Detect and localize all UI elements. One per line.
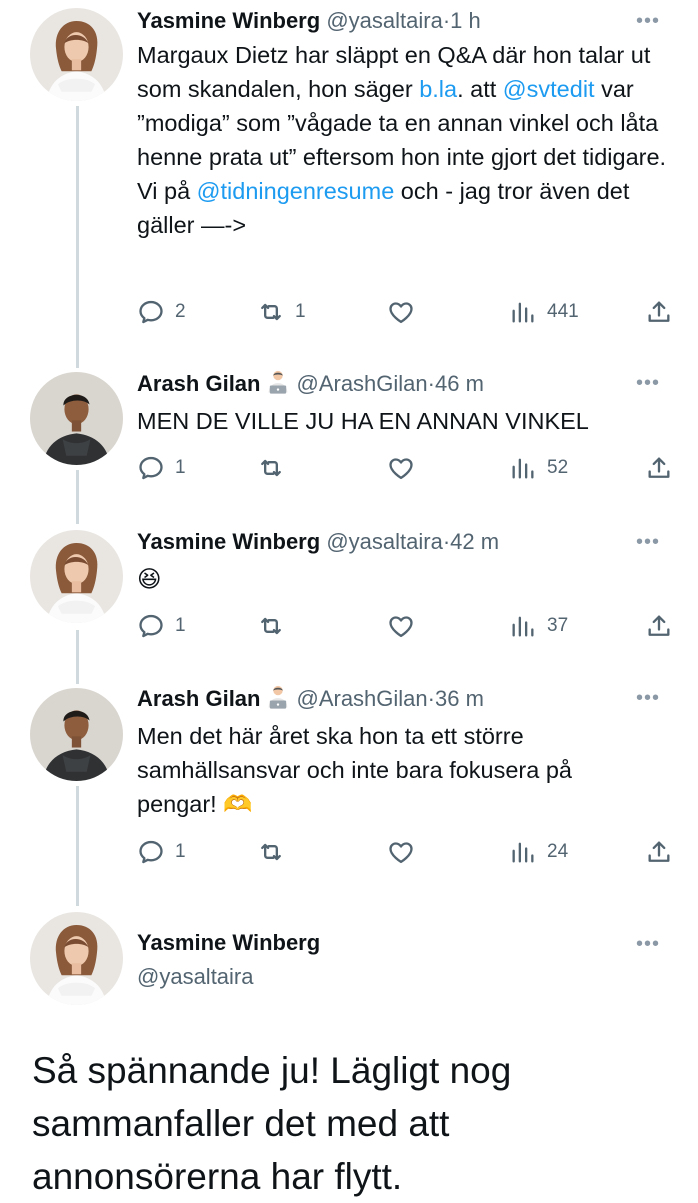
author-name[interactable]: Arash Gilan (137, 686, 260, 711)
views-count: 52 (547, 457, 569, 478)
views-button[interactable]: 37 (509, 610, 568, 642)
tweet-header: Arash Gilan @ArashGilan·46 m (137, 368, 484, 399)
avatar[interactable] (30, 530, 123, 623)
like-button[interactable] (387, 836, 415, 868)
like-button[interactable] (387, 610, 415, 642)
avatar[interactable] (30, 8, 123, 101)
more-icon[interactable]: ••• (636, 373, 660, 393)
author-handle[interactable]: @ArashGilan (296, 371, 427, 396)
author-handle[interactable]: @yasaltaira (326, 529, 443, 554)
retweet-button[interactable] (257, 836, 285, 868)
avatar[interactable] (30, 912, 123, 1005)
text-segment: . att (457, 76, 503, 102)
main-tweet-text: Så spännande ju! Lägligt nog sammanfalle… (32, 1050, 512, 1197)
retweet-button[interactable] (257, 610, 285, 642)
reply-icon (137, 298, 165, 326)
reply-count: 1 (175, 841, 186, 862)
share-icon (645, 298, 673, 326)
views-button[interactable]: 52 (509, 452, 568, 484)
separator: · (427, 686, 435, 711)
views-icon (509, 298, 537, 326)
tweet-actions: 2 1 441 (137, 296, 672, 328)
more-icon[interactable]: ••• (636, 934, 660, 954)
share-icon (645, 612, 673, 640)
tweet-header: Yasmine Winberg @yasaltaira·1 h (137, 6, 481, 36)
views-button[interactable]: 441 (509, 296, 579, 328)
retweet-button[interactable] (257, 452, 285, 484)
retweet-icon (257, 838, 285, 866)
tweet-actions: 1 24 (137, 836, 672, 868)
tweet-header: Yasmine Winberg @yasaltaira·42 m (137, 527, 499, 557)
more-icon[interactable]: ••• (636, 688, 660, 708)
like-icon (387, 612, 415, 640)
like-icon (387, 454, 415, 482)
retweet-button[interactable]: 1 (257, 296, 306, 328)
share-icon (645, 454, 673, 482)
author-name[interactable]: Yasmine Winberg (137, 928, 320, 958)
thread-line (76, 106, 79, 368)
thread-line (76, 630, 79, 684)
author-name[interactable]: Yasmine Winberg (137, 8, 320, 33)
tweet-text: Men det här året ska hon ta ett större s… (137, 723, 572, 817)
views-icon (509, 838, 537, 866)
views-count: 441 (547, 301, 579, 322)
reply-button[interactable]: 1 (137, 610, 186, 642)
thread-line (76, 470, 79, 524)
mention-link[interactable]: @svtedit (503, 76, 595, 102)
separator: · (427, 371, 435, 396)
author-name[interactable]: Arash Gilan (137, 371, 260, 396)
views-icon (509, 612, 537, 640)
views-button[interactable]: 24 (509, 836, 568, 868)
retweet-icon (257, 612, 285, 640)
more-icon[interactable]: ••• (636, 532, 660, 552)
tweet-header: Arash Gilan @ArashGilan·36 m (137, 683, 484, 714)
like-button[interactable] (387, 452, 415, 484)
tweet-text: 😆 (137, 566, 162, 592)
mention-link[interactable]: @tidningenresume (197, 178, 395, 204)
person-at-laptop-emoji (264, 368, 292, 396)
like-icon (387, 298, 415, 326)
share-button[interactable] (645, 836, 673, 868)
reply-icon (137, 838, 165, 866)
reply-count: 2 (175, 301, 186, 322)
timestamp[interactable]: 46 m (435, 371, 484, 396)
retweet-icon (257, 298, 285, 326)
tweet-actions: 1 52 (137, 452, 672, 484)
views-icon (509, 454, 537, 482)
author-handle[interactable]: @ArashGilan (296, 686, 427, 711)
tweet-actions: 1 37 (137, 610, 672, 642)
timestamp[interactable]: 36 m (435, 686, 484, 711)
person-at-laptop-emoji (264, 683, 292, 711)
link[interactable]: b.la (419, 76, 457, 102)
like-button[interactable] (387, 296, 415, 328)
tweet-text: Margaux Dietz har släppt en Q&A där hon … (137, 38, 667, 242)
views-count: 24 (547, 841, 569, 862)
share-button[interactable] (645, 452, 673, 484)
share-button[interactable] (645, 610, 673, 642)
views-count: 37 (547, 615, 569, 636)
reply-icon (137, 612, 165, 640)
author-handle[interactable]: @yasaltaira (326, 8, 443, 33)
retweet-icon (257, 454, 285, 482)
timestamp[interactable]: 1 h (450, 8, 481, 33)
like-icon (387, 838, 415, 866)
reply-icon (137, 454, 165, 482)
thread-line (76, 786, 79, 906)
reply-button[interactable]: 1 (137, 452, 186, 484)
more-icon[interactable]: ••• (636, 11, 660, 31)
avatar[interactable] (30, 372, 123, 465)
timestamp[interactable]: 42 m (450, 529, 499, 554)
reply-button[interactable]: 1 (137, 836, 186, 868)
tweet-text: MEN DE VILLE JU HA EN ANNAN VINKEL (137, 408, 589, 434)
retweet-count: 1 (295, 301, 306, 322)
reply-count: 1 (175, 457, 186, 478)
avatar[interactable] (30, 688, 123, 781)
reply-count: 1 (175, 615, 186, 636)
share-button[interactable] (645, 296, 673, 328)
author-name[interactable]: Yasmine Winberg (137, 529, 320, 554)
share-icon (645, 838, 673, 866)
reply-button[interactable]: 2 (137, 296, 186, 328)
author-handle[interactable]: @yasaltaira (137, 962, 254, 992)
